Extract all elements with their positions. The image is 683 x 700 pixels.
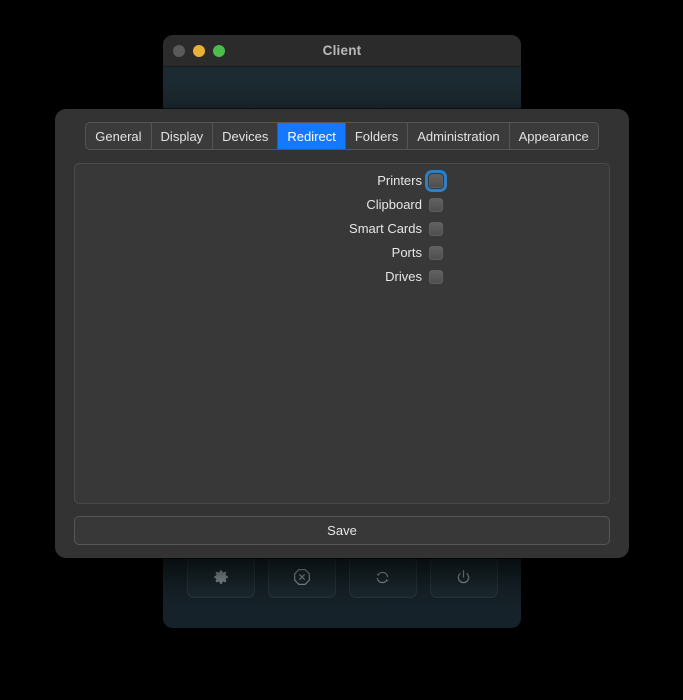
checkbox-clipboard[interactable]: [429, 197, 443, 212]
client-titlebar: Client: [163, 35, 521, 67]
option-label-ports: Ports: [391, 245, 422, 260]
tab-display[interactable]: Display: [151, 123, 214, 149]
redirect-options-list: Printers Clipboard Smart Cards Ports Dri…: [75, 169, 609, 284]
option-row-printers: Printers: [321, 169, 447, 192]
tab-devices[interactable]: Devices: [213, 123, 279, 149]
checkbox-box-icon: [429, 245, 443, 260]
settings-dialog: General Display Devices Redirect Folders…: [55, 109, 629, 558]
checkbox-smart-cards[interactable]: [429, 221, 443, 236]
option-row-clipboard: Clipboard: [321, 197, 443, 212]
checkbox-drives[interactable]: [429, 269, 443, 284]
option-row-drives: Drives: [321, 269, 443, 284]
power-icon: [454, 568, 473, 587]
tab-appearance[interactable]: Appearance: [509, 123, 598, 149]
checkbox-ports[interactable]: [429, 245, 443, 260]
checkbox-printers[interactable]: [425, 169, 447, 192]
settings-button[interactable]: [186, 556, 255, 598]
checkbox-box-icon: [429, 197, 443, 212]
option-label-printers: Printers: [377, 173, 422, 188]
checkbox-box-icon: [429, 221, 443, 236]
option-label-smart-cards: Smart Cards: [349, 221, 422, 236]
redirect-panel: Printers Clipboard Smart Cards Ports Dri…: [74, 163, 610, 504]
refresh-icon: [373, 568, 392, 587]
option-row-ports: Ports: [321, 245, 443, 260]
traffic-lights: [173, 35, 225, 66]
tab-general[interactable]: General: [86, 123, 152, 149]
checkbox-box-icon: [429, 269, 443, 284]
power-button[interactable]: [429, 556, 498, 598]
tab-administration[interactable]: Administration: [408, 123, 510, 149]
option-label-clipboard: Clipboard: [366, 197, 422, 212]
cancel-octagon-icon: [292, 567, 312, 587]
tab-redirect[interactable]: Redirect: [278, 123, 346, 149]
checkbox-box-icon: [429, 173, 443, 188]
save-button[interactable]: Save: [74, 516, 610, 545]
gear-icon: [212, 568, 230, 586]
disconnect-button[interactable]: [267, 556, 336, 598]
settings-tabbar: General Display Devices Redirect Folders…: [85, 122, 599, 150]
minimize-window-button[interactable]: [193, 44, 205, 57]
maximize-window-button[interactable]: [213, 44, 225, 57]
tab-folders[interactable]: Folders: [345, 123, 409, 149]
close-window-button[interactable]: [173, 44, 185, 57]
refresh-button[interactable]: [348, 556, 417, 598]
option-row-smart-cards: Smart Cards: [321, 221, 443, 236]
option-label-drives: Drives: [385, 269, 422, 284]
